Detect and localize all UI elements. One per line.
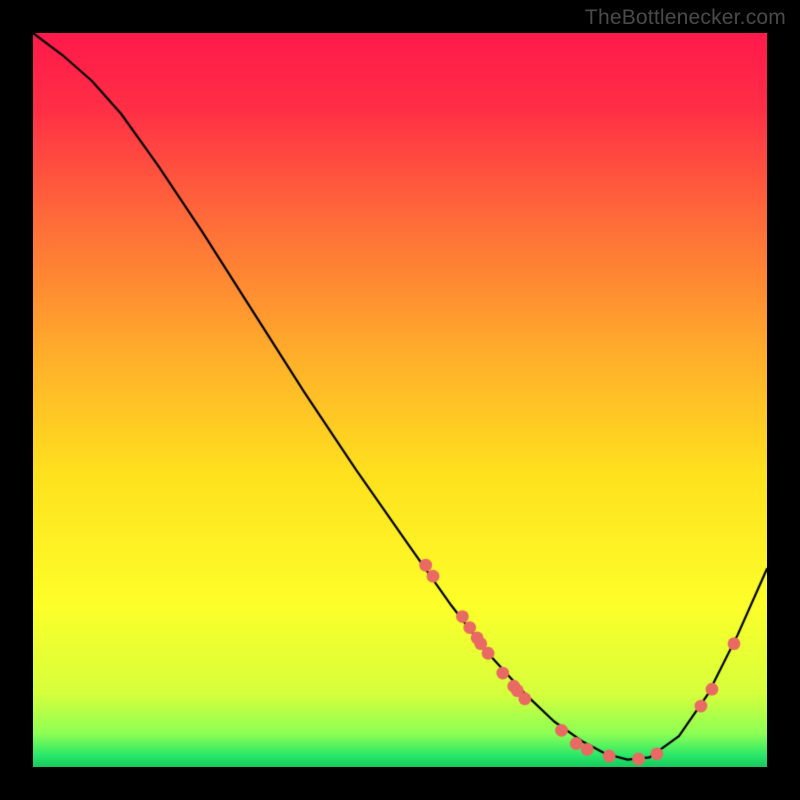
- watermark-text: TheBottlenecker.com: [585, 6, 786, 30]
- chart-frame: TheBottlenecker.com: [0, 0, 800, 800]
- bottleneck-curve-chart: [33, 33, 767, 767]
